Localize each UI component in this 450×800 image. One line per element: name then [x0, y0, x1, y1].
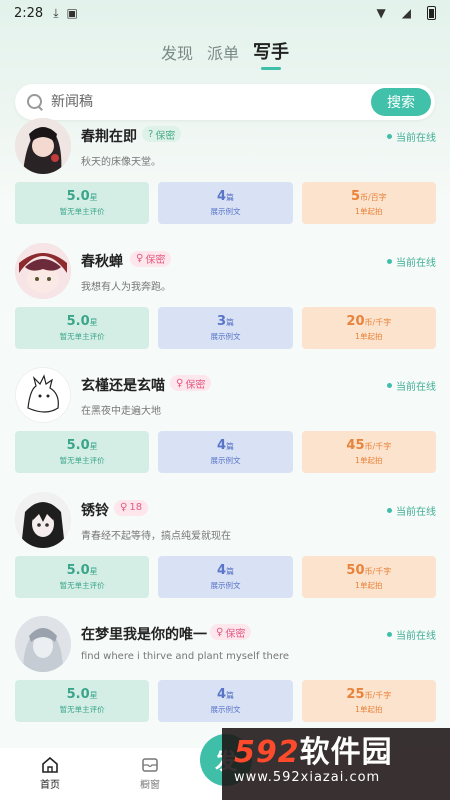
female-icon: ♀: [120, 502, 128, 513]
avatar[interactable]: [15, 616, 71, 672]
samples-box[interactable]: 3篇 展示例文: [158, 306, 293, 349]
writer-badge: ♀ 保密: [210, 624, 252, 640]
writer-desc: 青春经不起等待，搞点纯爱就现在: [81, 530, 231, 542]
writer-name: 在梦里我是你的唯一: [81, 627, 207, 643]
writer-card[interactable]: 玄槿还是玄喵 ♀ 保密 在黑夜中走遍大地 当前在线 5.0星 暂无单主评价 4篇…: [0, 365, 450, 490]
avatar[interactable]: [15, 491, 71, 548]
download-icon: ⤓: [53, 5, 59, 20]
writer-desc: 秋天的床像天堂。: [81, 157, 161, 168]
tab-discover[interactable]: 发现: [161, 40, 193, 70]
search-input[interactable]: [51, 94, 371, 110]
search-button[interactable]: 搜索: [371, 88, 431, 116]
home-icon: [42, 757, 58, 773]
online-dot-icon: [387, 507, 392, 513]
online-status: 当前在线: [387, 129, 436, 144]
writer-desc: 在黑夜中走遍大地: [81, 406, 161, 417]
writer-card[interactable]: 春秋蝉 ♀ 保密 我想有人为我奔跑。 当前在线 5.0星 暂无单主评价 3篇 展…: [0, 241, 450, 366]
writer-stats: 5.0星 暂无单主评价 4篇 展示例文 45币/千字 1单起拍: [15, 431, 436, 473]
nav-showcase[interactable]: 橱窗: [100, 757, 200, 791]
writer-stats: 5.0星 暂无单主评价 4篇 展示例文 25币/千字 1单起拍: [15, 680, 436, 722]
female-icon: ♀: [136, 253, 144, 264]
online-dot-icon: [387, 632, 392, 637]
price-box: 45币/千字 1单起拍: [301, 431, 436, 473]
writer-badge: ? 保密: [142, 126, 182, 142]
rating-box: 5.0星 暂无单主评价: [15, 431, 150, 473]
price-box: 50币/千字 1单起拍: [301, 555, 436, 598]
wifi-icon: ▼: [376, 6, 386, 20]
tab-writers[interactable]: 写手: [253, 38, 289, 70]
price-box: 5币/百字 1单起拍: [301, 182, 436, 224]
notification-icon: ▣: [66, 6, 78, 20]
online-dot-icon: [387, 383, 392, 388]
samples-box[interactable]: 4篇 展示例文: [158, 555, 293, 598]
avatar[interactable]: [15, 367, 71, 423]
writer-stats: 5.0星 暂无单主评价 4篇 展示例文 5币/百字 1单起拍: [15, 182, 436, 224]
battery-icon: [427, 6, 436, 20]
writer-stats: 5.0星 暂无单主评价 4篇 展示例文 50币/千字 1单起拍: [15, 555, 436, 598]
writer-list: 春荆在即 ? 保密 秋天的床像天堂。 当前在线 5.0星 暂无单主评价 4篇 展…: [0, 116, 450, 739]
online-status: 当前在线: [387, 627, 436, 642]
writer-stats: 5.0星 暂无单主评价 3篇 展示例文 20币/千字 1单起拍: [15, 306, 436, 349]
writer-desc: 我想有人为我奔跑。: [81, 281, 171, 293]
writer-badge: ♀ 18: [114, 499, 149, 516]
status-time: 2:28: [14, 5, 44, 21]
writer-badge: ♀ 保密: [170, 375, 212, 391]
samples-box[interactable]: 4篇 展示例文: [158, 680, 293, 722]
online-status: 当前在线: [387, 503, 436, 518]
female-icon: ♀: [176, 377, 184, 389]
writer-name: 春荆在即: [81, 129, 137, 145]
rating-box: 5.0星 暂无单主评价: [15, 182, 150, 224]
samples-box[interactable]: 4篇 展示例文: [158, 431, 293, 473]
tab-dispatch[interactable]: 派单: [207, 40, 239, 70]
watermark-title: 592软件园: [234, 735, 393, 770]
search-bar: 搜索: [15, 84, 435, 120]
writer-desc: find where i thirve and plant myself the…: [81, 651, 290, 662]
writer-card[interactable]: 锈铃 ♀ 18 青春经不起等待，搞点纯爱就现在 当前在线 5.0星 暂无单主评价…: [0, 490, 450, 615]
avatar[interactable]: [15, 242, 71, 299]
nav-home[interactable]: 首页: [0, 757, 100, 791]
top-tabs: 发现 派单 写手: [0, 36, 450, 70]
online-status: 当前在线: [387, 254, 436, 269]
samples-box[interactable]: 4篇 展示例文: [158, 182, 293, 224]
rating-box: 5.0星 暂无单主评价: [15, 306, 150, 349]
writer-card[interactable]: 春荆在即 ? 保密 秋天的床像天堂。 当前在线 5.0星 暂无单主评价 4篇 展…: [0, 116, 450, 241]
question-icon: ?: [148, 128, 154, 140]
watermark: 592软件园 www.592xiazai.com: [222, 728, 450, 800]
writer-name: 锈铃: [81, 502, 109, 519]
avatar[interactable]: [15, 118, 71, 174]
rating-box: 5.0星 暂无单主评价: [15, 680, 150, 722]
online-status: 当前在线: [387, 378, 436, 393]
rating-box: 5.0星 暂无单主评价: [15, 555, 150, 598]
female-icon: ♀: [216, 626, 224, 638]
online-dot-icon: [387, 258, 392, 264]
online-dot-icon: [387, 134, 392, 139]
price-box: 20币/千字 1单起拍: [301, 306, 436, 349]
search-icon: [27, 94, 43, 110]
writer-name: 玄槿还是玄喵: [81, 378, 165, 394]
status-bar: 2:28 ⤓ ▣ ▼ ◢: [0, 0, 450, 26]
watermark-url: www.592xiazai.com: [234, 770, 381, 785]
writer-badge: ♀ 保密: [130, 250, 172, 267]
mailbox-icon: [142, 758, 158, 772]
writer-name: 春秋蝉: [81, 253, 123, 270]
writer-card[interactable]: 在梦里我是你的唯一 ♀ 保密 find where i thirve and p…: [0, 614, 450, 739]
signal-icon: ◢: [401, 6, 411, 20]
price-box: 25币/千字 1单起拍: [301, 680, 436, 722]
